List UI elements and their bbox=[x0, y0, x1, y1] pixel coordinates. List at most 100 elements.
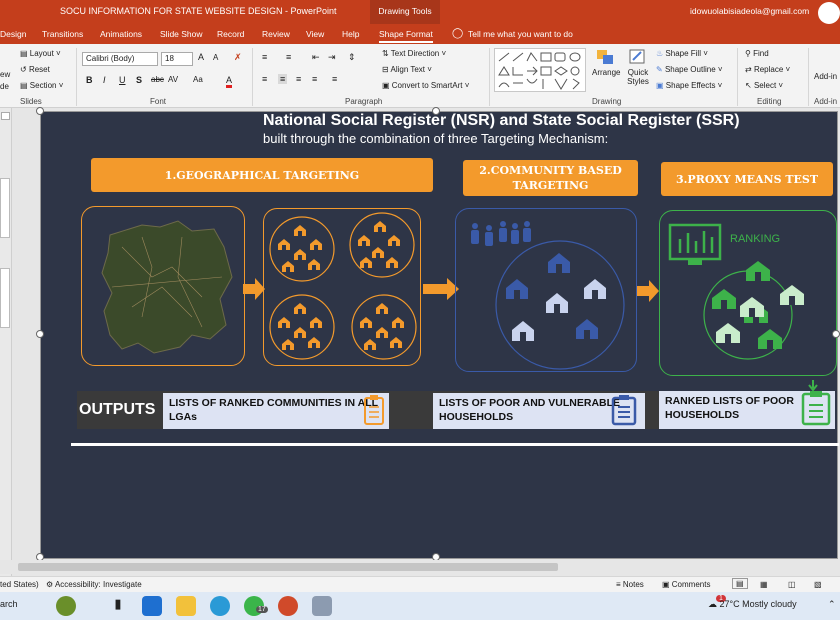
columns-icon[interactable]: ≡ bbox=[332, 74, 337, 84]
taskbar-search[interactable]: arch bbox=[0, 599, 18, 609]
increase-indent-icon[interactable]: ⇥ bbox=[328, 52, 336, 63]
decrease-indent-icon[interactable]: ⇤ bbox=[312, 52, 320, 63]
language-status[interactable]: ted States) bbox=[0, 580, 39, 589]
scroll-up-icon[interactable] bbox=[1, 112, 10, 120]
file-explorer-icon[interactable] bbox=[176, 596, 196, 616]
proxy-means-frame[interactable]: RANKING bbox=[659, 210, 837, 376]
map-frame[interactable] bbox=[81, 206, 245, 366]
shape-fill-button[interactable]: ♨ Shape Fill ˅ bbox=[656, 49, 708, 58]
ribbon-separator bbox=[737, 48, 738, 106]
shapes-gallery[interactable] bbox=[494, 48, 586, 92]
output-box-communities[interactable]: LISTS OF RANKED COMMUNITIES IN ALL LGAs bbox=[163, 393, 389, 429]
shape-outline-button[interactable]: ✎ Shape Outline ˅ bbox=[656, 65, 723, 74]
edge-icon[interactable] bbox=[210, 596, 230, 616]
whatsapp-badge: 17 bbox=[256, 606, 268, 613]
select-button[interactable]: ↖ Select ˅ bbox=[745, 81, 783, 90]
bold-button[interactable]: B bbox=[86, 75, 93, 85]
numbering-icon[interactable]: ≡ bbox=[286, 52, 291, 62]
title-bar: SOCU INFORMATION FOR STATE WEBSITE DESIG… bbox=[0, 0, 840, 24]
text-direction-button[interactable]: ⇅ Text Direction ˅ bbox=[382, 49, 446, 58]
thumbnail-pane[interactable] bbox=[0, 108, 12, 578]
selection-handle[interactable] bbox=[36, 330, 44, 338]
justify-icon[interactable]: ≡ bbox=[312, 74, 317, 84]
find-button[interactable]: ⚲ Find bbox=[745, 49, 769, 58]
italic-button[interactable]: I bbox=[103, 75, 106, 85]
accessibility-status[interactable]: ⚙ Accessibility: Investigate bbox=[46, 580, 142, 589]
tab-transitions[interactable]: Transitions bbox=[42, 29, 83, 39]
slideshow-view-icon[interactable]: ▧ bbox=[814, 580, 822, 589]
bullets-icon[interactable]: ≡ bbox=[262, 52, 267, 62]
step-community-targeting[interactable]: 2.COMMUNITY BASED TARGETING bbox=[463, 160, 638, 196]
layout-button[interactable]: ▤ Layout ˅ bbox=[20, 49, 61, 58]
slide-thumbnail[interactable] bbox=[0, 178, 10, 238]
grow-font-button[interactable]: A bbox=[198, 52, 204, 62]
step-proxy-means-test[interactable]: 3.PROXY MEANS TEST bbox=[661, 162, 833, 196]
selection-handle[interactable] bbox=[36, 107, 44, 115]
align-center-icon[interactable]: ≡ bbox=[278, 74, 288, 84]
normal-view-icon[interactable]: ▤ bbox=[732, 578, 748, 589]
tell-me-search[interactable]: Tell me what you want to do bbox=[468, 29, 573, 39]
tab-shape-format[interactable]: Shape Format bbox=[379, 29, 433, 43]
reading-view-icon[interactable]: ◫ bbox=[788, 580, 796, 589]
divider-line[interactable] bbox=[71, 443, 839, 446]
communities-frame[interactable] bbox=[263, 208, 421, 366]
scrollbar-thumb[interactable] bbox=[18, 563, 558, 571]
paint-icon[interactable] bbox=[312, 596, 332, 616]
shadow-button[interactable]: S bbox=[136, 75, 142, 85]
clear-format-icon[interactable]: ✗ bbox=[234, 52, 242, 63]
selection-handle[interactable] bbox=[832, 330, 840, 338]
avatar[interactable] bbox=[818, 2, 840, 24]
align-left-icon[interactable]: ≡ bbox=[262, 74, 267, 84]
slide-canvas[interactable]: National Social Register (NSR) and State… bbox=[40, 111, 839, 559]
shape-effects-button[interactable]: ▣ Shape Effects ˅ bbox=[656, 81, 722, 90]
reset-button[interactable]: ↺ Reset bbox=[20, 65, 50, 74]
tab-slide-show[interactable]: Slide Show bbox=[160, 29, 203, 39]
powerpoint-icon[interactable] bbox=[278, 596, 298, 616]
text-direction-icon: ⇅ bbox=[382, 49, 391, 58]
community-based-frame[interactable] bbox=[455, 208, 637, 372]
comments-button[interactable]: ▣ Comments bbox=[662, 580, 710, 589]
new-slide-partial-2[interactable]: de bbox=[0, 82, 9, 91]
tab-view[interactable]: View bbox=[306, 29, 324, 39]
change-case-button[interactable]: Aa bbox=[193, 75, 203, 84]
tab-record[interactable]: Record bbox=[217, 29, 244, 39]
notes-button[interactable]: ≡ Notes bbox=[616, 580, 644, 589]
outputs-label[interactable]: OUTPUTS bbox=[79, 401, 155, 419]
quick-styles-button[interactable]: Quick Styles bbox=[624, 48, 652, 86]
convert-smartart-button[interactable]: ▣ Convert to SmartArt ˅ bbox=[382, 81, 469, 90]
ribbon-separator bbox=[76, 48, 77, 106]
section-button[interactable]: ▤ Section ˅ bbox=[20, 81, 63, 90]
mail-icon[interactable] bbox=[142, 596, 162, 616]
tab-design[interactable]: Design bbox=[0, 29, 26, 39]
horizontal-scrollbar[interactable] bbox=[0, 560, 840, 574]
effects-icon: ▣ bbox=[656, 81, 666, 90]
tab-animations[interactable]: Animations bbox=[100, 29, 142, 39]
line-spacing-icon[interactable]: ⇕ bbox=[348, 52, 356, 63]
avocado-icon[interactable] bbox=[56, 596, 76, 616]
user-email[interactable]: idowuolabisiadeola@gmail.com bbox=[690, 6, 809, 16]
task-view-icon[interactable]: ▮ bbox=[108, 596, 128, 616]
font-name-select[interactable]: Calibri (Body) bbox=[82, 52, 158, 66]
character-spacing-button[interactable]: AV bbox=[168, 75, 178, 84]
shrink-font-button[interactable]: A bbox=[213, 53, 218, 62]
new-slide-partial[interactable]: ew bbox=[0, 70, 10, 79]
selection-handle[interactable] bbox=[432, 107, 440, 115]
align-text-button[interactable]: ⊟ Align Text ˅ bbox=[382, 65, 432, 74]
slide-title[interactable]: National Social Register (NSR) and State… bbox=[263, 112, 740, 130]
strikethrough-button[interactable]: abc bbox=[151, 75, 164, 84]
slide-thumbnail[interactable] bbox=[0, 268, 10, 328]
align-right-icon[interactable]: ≡ bbox=[296, 74, 301, 84]
font-size-select[interactable]: 18 bbox=[161, 52, 193, 66]
tab-help[interactable]: Help bbox=[342, 29, 359, 39]
slide-subtitle[interactable]: built through the combination of three T… bbox=[263, 131, 608, 146]
underline-button[interactable]: U bbox=[119, 75, 126, 85]
replace-button[interactable]: ⇄ Replace ˅ bbox=[745, 65, 790, 74]
slide-sorter-icon[interactable]: ▦ bbox=[760, 580, 768, 589]
font-color-button[interactable]: A bbox=[226, 75, 233, 88]
chevron-up-icon[interactable]: ⌃ bbox=[828, 599, 836, 610]
tab-review[interactable]: Review bbox=[262, 29, 290, 39]
weather-widget[interactable]: ☁ 27°C Mostly cloudy bbox=[708, 599, 797, 610]
addins-button[interactable]: Add-in bbox=[814, 72, 837, 81]
step-geographical-targeting[interactable]: 1.GEOGRAPHICAL TARGETING bbox=[91, 158, 433, 192]
arrange-button[interactable]: Arrange bbox=[592, 48, 620, 77]
